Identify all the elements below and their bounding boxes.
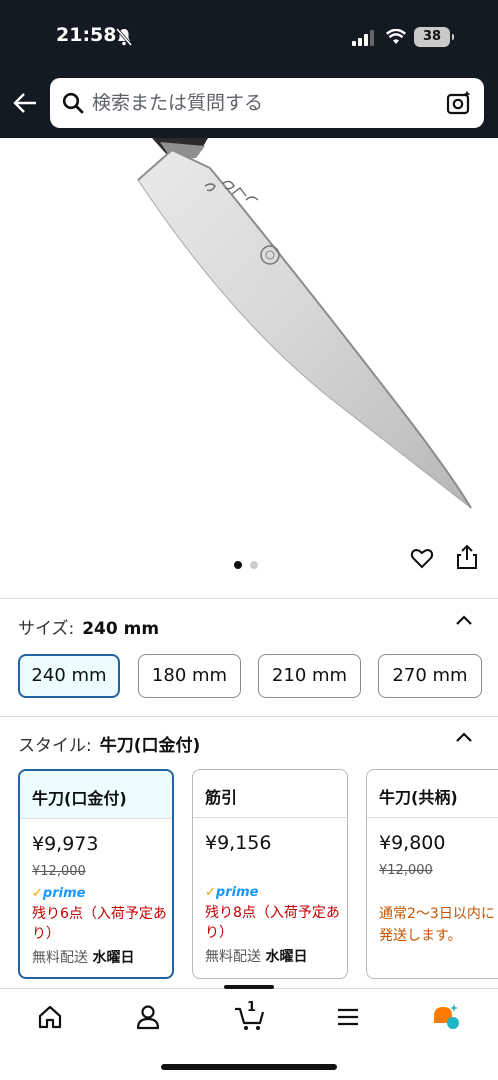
prime-badge-text: prime xyxy=(42,886,86,901)
style-option-gyuto-tomoe[interactable]: 牛刀(共柄) ¥9,800 ¥12,000 通常2～3日以内に発送します。 xyxy=(366,769,498,979)
shipping-info: 無料配送 水曜日 xyxy=(205,946,307,966)
stock-status: 残り6点（入荷予定あり） xyxy=(32,906,167,942)
size-option-240[interactable]: 240 mm xyxy=(18,654,120,698)
stock-status: 残り8点（入荷予定あり） xyxy=(205,905,340,941)
price: ¥9,800 xyxy=(379,832,446,854)
delivery-day: 水曜日 xyxy=(265,949,308,965)
size-option-270[interactable]: 270 mm xyxy=(378,654,482,698)
prime-badge: ✓prime xyxy=(32,886,86,901)
carousel-dot-active[interactable] xyxy=(234,561,242,569)
bell-muted-icon xyxy=(116,28,132,46)
style-option-title: 筋引 xyxy=(193,770,347,818)
back-arrow-icon[interactable] xyxy=(12,90,38,116)
divider xyxy=(0,598,498,599)
shipping-label: 無料配送 xyxy=(32,950,88,966)
prime-badge: ✓prime xyxy=(205,885,259,900)
knife-image xyxy=(137,138,472,509)
list-price: ¥12,000 xyxy=(379,863,433,878)
size-option-180[interactable]: 180 mm xyxy=(138,654,241,698)
search-box[interactable] xyxy=(50,78,484,128)
account-icon[interactable] xyxy=(134,1003,162,1031)
image-carousel-dots[interactable] xyxy=(234,554,266,573)
style-selected-value: 牛刀(口金付) xyxy=(99,736,201,756)
style-label: スタイル: 牛刀(口金付) xyxy=(18,731,200,756)
style-option-sujihiki[interactable]: 筋引 ¥9,156 ✓prime 残り8点（入荷予定あり） 無料配送 水曜日 xyxy=(192,769,348,979)
active-tab-indicator xyxy=(224,985,274,989)
style-label-text: スタイル: xyxy=(18,736,92,756)
rufus-assistant-icon[interactable] xyxy=(432,1003,460,1031)
wifi-icon xyxy=(386,29,406,44)
battery-indicator: 38 xyxy=(414,27,454,47)
shipping-info: 無料配送 水曜日 xyxy=(32,947,134,967)
search-icon xyxy=(62,92,84,114)
search-input[interactable] xyxy=(92,78,432,128)
home-icon[interactable] xyxy=(36,1003,64,1031)
carousel-dot[interactable] xyxy=(250,561,258,569)
shipping-note: 通常2～3日以内に発送します。 xyxy=(379,906,495,944)
price: ¥9,156 xyxy=(205,832,272,854)
size-option-210[interactable]: 210 mm xyxy=(258,654,361,698)
size-label-text: サイズ: xyxy=(18,619,75,639)
chevron-up-icon[interactable] xyxy=(455,614,473,626)
product-image[interactable] xyxy=(0,138,498,538)
top-bar: 21:58 38 xyxy=(0,0,498,138)
camera-lens-icon[interactable] xyxy=(446,90,472,116)
status-time: 21:58 xyxy=(56,24,117,46)
list-price: ¥12,000 xyxy=(32,864,86,879)
cellular-signal-icon xyxy=(352,30,374,46)
cart-count-badge: 1 xyxy=(247,1000,257,1015)
shipping-label: 無料配送 xyxy=(205,949,261,965)
style-option-title: 牛刀(共柄) xyxy=(367,770,498,818)
divider xyxy=(0,716,498,717)
delivery-day: 水曜日 xyxy=(92,950,135,966)
chevron-up-icon[interactable] xyxy=(455,731,473,743)
heart-icon[interactable] xyxy=(410,546,434,570)
style-option-title: 牛刀(口金付) xyxy=(20,771,172,819)
price: ¥9,973 xyxy=(32,833,99,855)
home-indicator xyxy=(161,1064,337,1070)
size-label: サイズ: 240 mm xyxy=(18,614,159,639)
style-option-gyuto-kuchigane[interactable]: 牛刀(口金付) ¥9,973 ¥12,000 ✓prime 残り6点（入荷予定あ… xyxy=(18,769,174,979)
prime-badge-text: prime xyxy=(215,885,259,900)
size-selected-value: 240 mm xyxy=(82,619,160,639)
menu-icon[interactable] xyxy=(334,1003,362,1031)
share-icon[interactable] xyxy=(455,544,479,570)
